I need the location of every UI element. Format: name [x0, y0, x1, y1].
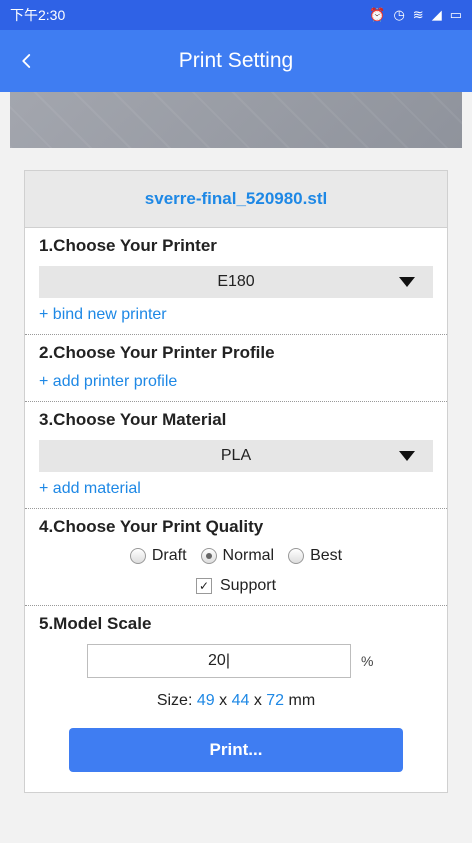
- status-bar: 下午2:30 ⏰ ◷ ≋ ◢ ▭: [0, 0, 472, 30]
- support-label: Support: [219, 577, 277, 594]
- alarm-icon: ⏰: [369, 7, 386, 22]
- battery-icon: ▭: [449, 7, 462, 22]
- section-profile: 2.Choose Your Printer Profile + add prin…: [25, 335, 447, 402]
- print-settings-card: sverre-final_520980.stl 1.Choose Your Pr…: [24, 170, 448, 793]
- page-title: Print Setting: [178, 49, 294, 72]
- file-name: sverre-final_520980.stl: [25, 171, 447, 228]
- dropdown-arrow-icon: [399, 277, 415, 287]
- section-material: 3.Choose Your Material PLA + add materia…: [25, 402, 447, 509]
- scale-row: 20 | %: [39, 644, 433, 678]
- support-checkbox-row[interactable]: ✓ Support: [39, 577, 433, 595]
- quality-options: Draft Normal Best: [39, 547, 433, 565]
- material-select-value: PLA: [220, 447, 252, 464]
- size-times: x: [253, 692, 262, 709]
- status-time: 下午2:30: [10, 7, 66, 23]
- scale-value: 20: [208, 652, 226, 669]
- radio-selected-icon: [200, 548, 217, 564]
- size-y: 44: [231, 692, 250, 709]
- back-button[interactable]: [14, 48, 40, 74]
- add-material-link[interactable]: + add material: [39, 480, 433, 498]
- section-material-title: 3.Choose Your Material: [39, 410, 227, 429]
- section-profile-title: 2.Choose Your Printer Profile: [39, 343, 275, 362]
- chevron-left-icon: [22, 54, 31, 68]
- scale-input[interactable]: 20 |: [87, 644, 351, 678]
- radio-icon: [288, 548, 305, 564]
- section-scale: 5.Model Scale 20 | % Size: 49 x 44 x 72 m…: [25, 606, 447, 792]
- model-preview-banner: [10, 92, 462, 148]
- size-unit: mm: [288, 692, 316, 709]
- radio-icon: [129, 548, 146, 564]
- quality-option-label: Normal: [222, 547, 275, 564]
- section-quality-title: 4.Choose Your Print Quality: [39, 517, 264, 536]
- bind-new-printer-link[interactable]: + bind new printer: [39, 306, 433, 324]
- signal-icon: ◢: [431, 7, 442, 22]
- quality-option-label: Draft: [151, 547, 187, 564]
- section-scale-title: 5.Model Scale: [39, 614, 152, 633]
- quality-radio-draft[interactable]: Draft: [129, 547, 187, 565]
- text-cursor: |: [225, 652, 230, 669]
- status-icons: ⏰ ◷ ≋ ◢ ▭: [369, 7, 462, 23]
- material-select[interactable]: PLA: [39, 440, 433, 472]
- size-prefix: Size:: [156, 692, 193, 709]
- section-printer: 1.Choose Your Printer E180 + bind new pr…: [25, 228, 447, 335]
- section-printer-title: 1.Choose Your Printer: [39, 236, 217, 255]
- content: sverre-final_520980.stl 1.Choose Your Pr…: [0, 92, 472, 793]
- spacer: [10, 148, 462, 170]
- clock-icon: ◷: [393, 7, 405, 22]
- size-z: 72: [266, 692, 285, 709]
- support-checkbox[interactable]: ✓: [195, 578, 212, 594]
- model-size: Size: 49 x 44 x 72 mm: [39, 692, 433, 710]
- add-printer-profile-link[interactable]: + add printer profile: [39, 373, 433, 391]
- quality-radio-best[interactable]: Best: [288, 547, 342, 565]
- print-button[interactable]: Print...: [69, 728, 403, 772]
- wifi-icon: ≋: [412, 7, 424, 22]
- dropdown-arrow-icon: [399, 451, 415, 461]
- section-quality: 4.Choose Your Print Quality Draft Normal…: [25, 509, 447, 606]
- app-bar: Print Setting: [0, 30, 472, 92]
- size-times: x: [219, 692, 228, 709]
- printer-select-value: E180: [217, 273, 255, 290]
- printer-select[interactable]: E180: [39, 266, 433, 298]
- quality-radio-normal[interactable]: Normal: [200, 547, 275, 565]
- scale-unit: %: [361, 653, 374, 669]
- quality-option-label: Best: [310, 547, 343, 564]
- size-x: 49: [196, 692, 215, 709]
